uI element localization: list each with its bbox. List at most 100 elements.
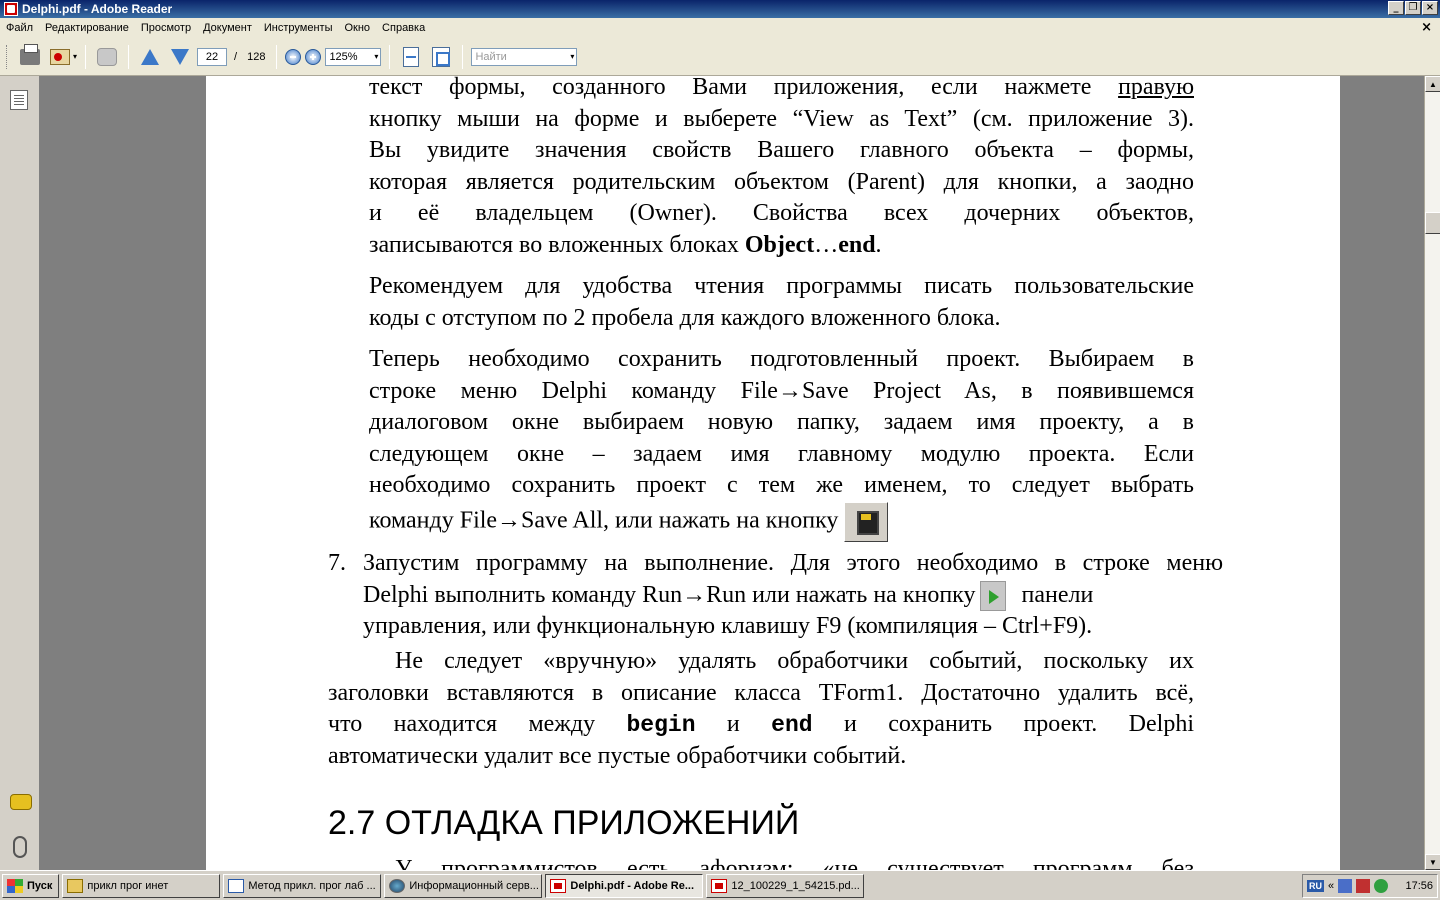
arrow-down-icon: [171, 48, 190, 65]
code-keyword: end: [771, 712, 813, 738]
previous-page-button[interactable]: [137, 44, 163, 70]
window-title: Delphi.pdf - Adobe Reader: [22, 2, 173, 16]
paperclip-icon[interactable]: [13, 836, 27, 858]
minimize-button[interactable]: _: [1388, 1, 1404, 15]
windows-logo-icon: [7, 878, 23, 893]
run-icon: [979, 580, 1006, 611]
pdf-page: текст формы, созданного Вами приложения,…: [206, 74, 1340, 882]
adobe-reader-icon: [4, 2, 18, 16]
word-document-icon: [228, 878, 245, 893]
email-button[interactable]: [47, 44, 73, 70]
text-line: коды с отступом по 2 пробела для каждого…: [369, 304, 1001, 331]
menu-edit[interactable]: Редактирование: [39, 22, 135, 34]
next-page-button[interactable]: [167, 44, 193, 70]
network-icon[interactable]: [1338, 879, 1353, 893]
menu-window[interactable]: Окно: [338, 22, 376, 34]
text-line: кнопку мыши на форме и выберете “View as…: [369, 105, 1194, 132]
text-line: которая является родительским объектом (…: [369, 168, 1194, 195]
toolbar-separator: [462, 44, 464, 69]
list-item-run: Запустим программу на выполнение. Для эт…: [363, 548, 1223, 643]
search-input[interactable]: Найти ▾: [471, 47, 578, 66]
fit-page-button[interactable]: [398, 44, 424, 70]
zoom-select[interactable]: 125% ▾: [325, 47, 382, 66]
stamp-icon: [97, 47, 118, 66]
text-line: Запустим программу на выполнение. Для эт…: [363, 550, 1223, 576]
text-line: Вы увидите значения свойств Вашего главн…: [369, 137, 1194, 163]
email-dropdown[interactable]: ▾: [73, 52, 77, 61]
paragraph-save-project: Теперь необходимо сохранить подготовленн…: [369, 344, 1194, 542]
vertical-scrollbar[interactable]: ▲ ▼: [1424, 76, 1440, 870]
toolbar-separator: [128, 44, 130, 69]
text-line: управления, или функциональную клавишу F…: [363, 613, 1093, 639]
taskbar-item-folder[interactable]: прикл прог инет: [62, 873, 221, 898]
text-line: Не следует «вручную» удалять обработчики…: [395, 648, 1194, 674]
printer-icon: [20, 43, 40, 65]
status-icon[interactable]: [1374, 879, 1389, 893]
stamp-button[interactable]: [94, 44, 120, 70]
taskbar-item-word[interactable]: Метод прикл. прог лаб ...: [223, 873, 382, 898]
section-heading: 2.7 ОТЛАДКА ПРИЛОЖЕНИЙ: [328, 804, 800, 842]
zoom-out-button[interactable]: [285, 48, 302, 65]
menu-document[interactable]: Документ: [197, 22, 258, 34]
scroll-thumb[interactable]: [1425, 212, 1440, 234]
menu-tools[interactable]: Инструменты: [258, 22, 339, 34]
email-icon: [50, 48, 70, 65]
taskbar-item-adobe-reader[interactable]: Delphi.pdf - Adobe Re...: [545, 873, 704, 898]
toolbar: ▾ 22 / 128 125% ▾ Найти ▾: [0, 38, 1440, 76]
bold-keyword: end: [838, 231, 876, 258]
text-line: следующем окне – задаем имя главному мод…: [369, 440, 1194, 467]
menu-help[interactable]: Справка: [376, 22, 431, 34]
taskbar-item-pdf[interactable]: 12_100229_1_54215.pd...: [706, 873, 865, 898]
text-line: и её владельцем (Owner). Свойства всех д…: [369, 200, 1194, 226]
text-line: текст формы, созданного Вами приложения,…: [369, 74, 1194, 100]
window-controls: _ ❐ ×: [1388, 1, 1438, 15]
fit-width-icon: [432, 46, 451, 67]
internet-explorer-icon: [389, 878, 406, 893]
clock: 17:56: [1405, 880, 1433, 892]
menu-file[interactable]: Файл: [0, 22, 39, 34]
start-button[interactable]: Пуск: [2, 873, 60, 898]
chevron-down-icon: ▾: [374, 52, 379, 61]
screen: Delphi.pdf - Adobe Reader _ ❐ × Файл Ред…: [0, 0, 1440, 900]
zoom-value: 125%: [329, 50, 358, 63]
save-all-icon: [844, 501, 889, 542]
pages-icon[interactable]: [10, 90, 28, 110]
page-count: 128: [247, 50, 266, 63]
document-view[interactable]: текст формы, созданного Вами приложения,…: [40, 74, 1424, 882]
chevron-down-icon: ▾: [570, 51, 575, 61]
page-separator: /: [234, 50, 238, 63]
toolbar-grip[interactable]: [6, 44, 9, 69]
text-line: Delphi выполнить команду Run→Run или наж…: [363, 580, 1193, 612]
pdf-icon: [550, 878, 567, 893]
fit-page-icon: [403, 46, 420, 67]
zoom-in-button[interactable]: [305, 48, 322, 65]
menu-view[interactable]: Просмотр: [135, 22, 197, 34]
text-line: команду File→Save All, или нажать на кно…: [369, 501, 1194, 542]
security-icon[interactable]: [1356, 879, 1371, 893]
bold-keyword: Object: [744, 231, 815, 258]
page-number-input[interactable]: 22: [197, 47, 228, 66]
scroll-down-button[interactable]: ▼: [1425, 854, 1440, 870]
document-close-button[interactable]: ×: [1421, 20, 1432, 35]
title-bar[interactable]: Delphi.pdf - Adobe Reader _ ❐ ×: [0, 0, 1440, 18]
fit-width-button[interactable]: [428, 44, 454, 70]
paragraph-view-as-text: текст формы, созданного Вами приложения,…: [369, 72, 1194, 261]
system-tray: RU « 17:56: [1302, 874, 1438, 898]
scroll-up-button[interactable]: ▲: [1425, 76, 1440, 92]
taskbar-item-browser[interactable]: Информационный серв...: [384, 873, 543, 898]
paragraph-handlers: Не следует «вручную» удалять обработчики…: [328, 646, 1194, 772]
arrow-up-icon: [141, 48, 160, 65]
print-button[interactable]: [17, 43, 43, 70]
search-placeholder: Найти: [475, 50, 507, 63]
text-line: автоматически удалит все пустые обработч…: [328, 742, 907, 769]
toolbar-separator: [85, 44, 87, 69]
close-button[interactable]: ×: [1422, 1, 1438, 15]
restore-button[interactable]: ❐: [1405, 1, 1421, 15]
code-keyword: begin: [626, 712, 696, 738]
paragraph-indent: Рекомендуем для удобства чтения программ…: [369, 271, 1194, 334]
tray-expand-button[interactable]: «: [1328, 880, 1334, 892]
menu-bar: Файл Редактирование Просмотр Документ Ин…: [0, 18, 1440, 38]
comments-icon[interactable]: [10, 794, 32, 810]
language-indicator[interactable]: RU: [1307, 880, 1324, 892]
taskbar: Пуск прикл прог инет Метод прикл. прог л…: [0, 870, 1440, 900]
